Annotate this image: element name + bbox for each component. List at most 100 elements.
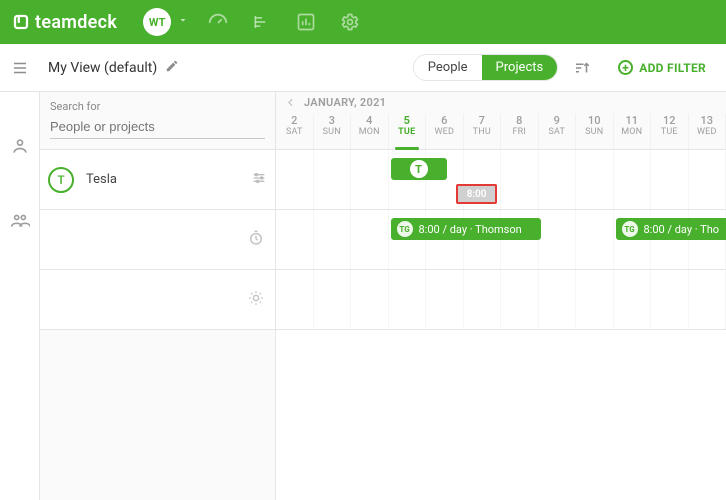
chip-avatar: TG [397,221,413,237]
booking-chip[interactable]: TG 8:00 / day · Thomson [391,218,541,240]
hamburger-menu-icon[interactable] [0,44,40,92]
day-name: FRI [512,127,526,138]
timeline: JANUARY, 2021 2SAT3SUN4MON5TUE6WED7THU8F… [276,92,726,500]
timeline-cell[interactable] [689,150,726,209]
timeline-cell[interactable] [276,210,314,269]
add-filter-button[interactable]: + ADD FILTER [618,60,706,75]
timeline-cell[interactable] [351,210,389,269]
day-column[interactable]: 12TUE [651,114,689,149]
schedule-bars-icon[interactable] [251,11,273,33]
timeline-cell[interactable] [576,270,614,329]
reports-chart-icon[interactable] [295,11,317,33]
days-row: 2SAT3SUN4MON5TUE6WED7THU8FRI9SAT10SUN11M… [276,114,726,149]
timeline-cell[interactable] [651,270,689,329]
day-name: MON [359,127,380,138]
day-column[interactable]: 4MON [351,114,389,149]
timeline-cell[interactable] [539,150,577,209]
search-label: Search for [50,100,265,113]
availability-row-header [40,270,275,330]
view-name[interactable]: My View (default) [48,60,157,76]
timeline-cell[interactable] [314,150,352,209]
timeline-cell[interactable] [426,270,464,329]
day-name: TUE [661,127,678,138]
day-number: 6 [441,114,447,127]
day-number: 9 [554,114,560,127]
brand-name: teamdeck [35,12,117,33]
day-column[interactable]: 7THU [464,114,502,149]
timeline-cell[interactable] [539,210,577,269]
timeline-cell[interactable] [576,150,614,209]
workspace-avatar[interactable]: WT [143,8,171,36]
settings-gear-icon[interactable] [339,11,361,33]
timeline-cell[interactable] [576,210,614,269]
edit-view-icon[interactable] [165,59,179,77]
track-project[interactable]: T 8:00 [276,150,726,210]
month-label: JANUARY, 2021 [304,96,386,109]
timeline-cell[interactable] [464,270,502,329]
track-bookings[interactable]: TG 8:00 / day · Thomson TG 8:00 / day · … [276,210,726,270]
track-availability[interactable] [276,270,726,330]
stopwatch-icon [247,229,265,251]
teamdeck-logo-icon [12,13,30,31]
team-icon[interactable] [10,210,30,230]
day-column[interactable]: 9SAT [539,114,577,149]
filter-sort-icon[interactable] [572,59,592,77]
highlighted-hours-cell[interactable]: 8:00 [456,184,497,204]
timeline-cell[interactable] [351,150,389,209]
day-column[interactable]: 5TUE [389,114,427,149]
day-number: 7 [479,114,485,127]
chip-avatar: TG [622,221,638,237]
prev-month-icon[interactable] [284,96,297,113]
timeline-cell[interactable] [689,270,726,329]
brand-logo[interactable]: teamdeck [6,12,123,33]
booking-chip[interactable]: TG 8:00 / day · Tho [616,218,726,240]
day-column[interactable]: 3SUN [314,114,352,149]
timeline-cell[interactable] [389,270,427,329]
project-name: Tesla [86,172,117,187]
timeline-cell[interactable] [276,270,314,329]
day-number: 5 [404,114,410,127]
day-column[interactable]: 8FRI [501,114,539,149]
timeline-cell[interactable] [501,150,539,209]
day-number: 10 [588,114,601,127]
search-block: Search for [40,92,275,150]
day-column[interactable]: 10SUN [576,114,614,149]
timeline-cell[interactable] [314,210,352,269]
timeline-cell[interactable] [314,270,352,329]
day-column[interactable]: 2SAT [276,114,314,149]
top-nav [207,11,361,33]
day-number: 12 [663,114,676,127]
row-sliders-icon[interactable] [251,170,267,190]
timeline-cell[interactable] [276,150,314,209]
project-row[interactable]: T Tesla [40,150,275,210]
sidebar: Search for T Tesla [40,92,276,500]
today-indicator[interactable]: T [391,158,447,180]
day-column[interactable]: 11MON [614,114,652,149]
workspace-caret-icon[interactable] [177,14,189,30]
timeline-cell[interactable] [351,270,389,329]
day-name: WED [697,127,717,138]
timeline-cell[interactable] [651,150,689,209]
booking-chip-label: 8:00 / day · Thomson [419,223,522,236]
timeline-cell[interactable] [614,270,652,329]
day-name: SAT [548,127,565,138]
search-input[interactable] [50,115,265,139]
day-number: 2 [291,114,297,127]
day-column[interactable]: 13WED [689,114,726,149]
day-number: 8 [516,114,522,127]
add-filter-label: ADD FILTER [639,61,706,75]
dashboard-gauge-icon[interactable] [207,11,229,33]
day-number: 3 [329,114,335,127]
view-header: My View (default) People Projects + ADD … [0,44,726,92]
timeline-cell[interactable] [614,150,652,209]
pill-projects[interactable]: Projects [482,55,558,80]
date-header: JANUARY, 2021 2SAT3SUN4MON5TUE6WED7THU8F… [276,92,726,150]
today-badge: T [410,160,428,178]
topbar: teamdeck WT [0,0,726,44]
pill-people[interactable]: People [414,55,482,80]
timeline-cell[interactable] [539,270,577,329]
day-column[interactable]: 6WED [426,114,464,149]
person-icon[interactable] [10,136,30,156]
time-tracking-row-header [40,210,275,270]
timeline-cell[interactable] [501,270,539,329]
